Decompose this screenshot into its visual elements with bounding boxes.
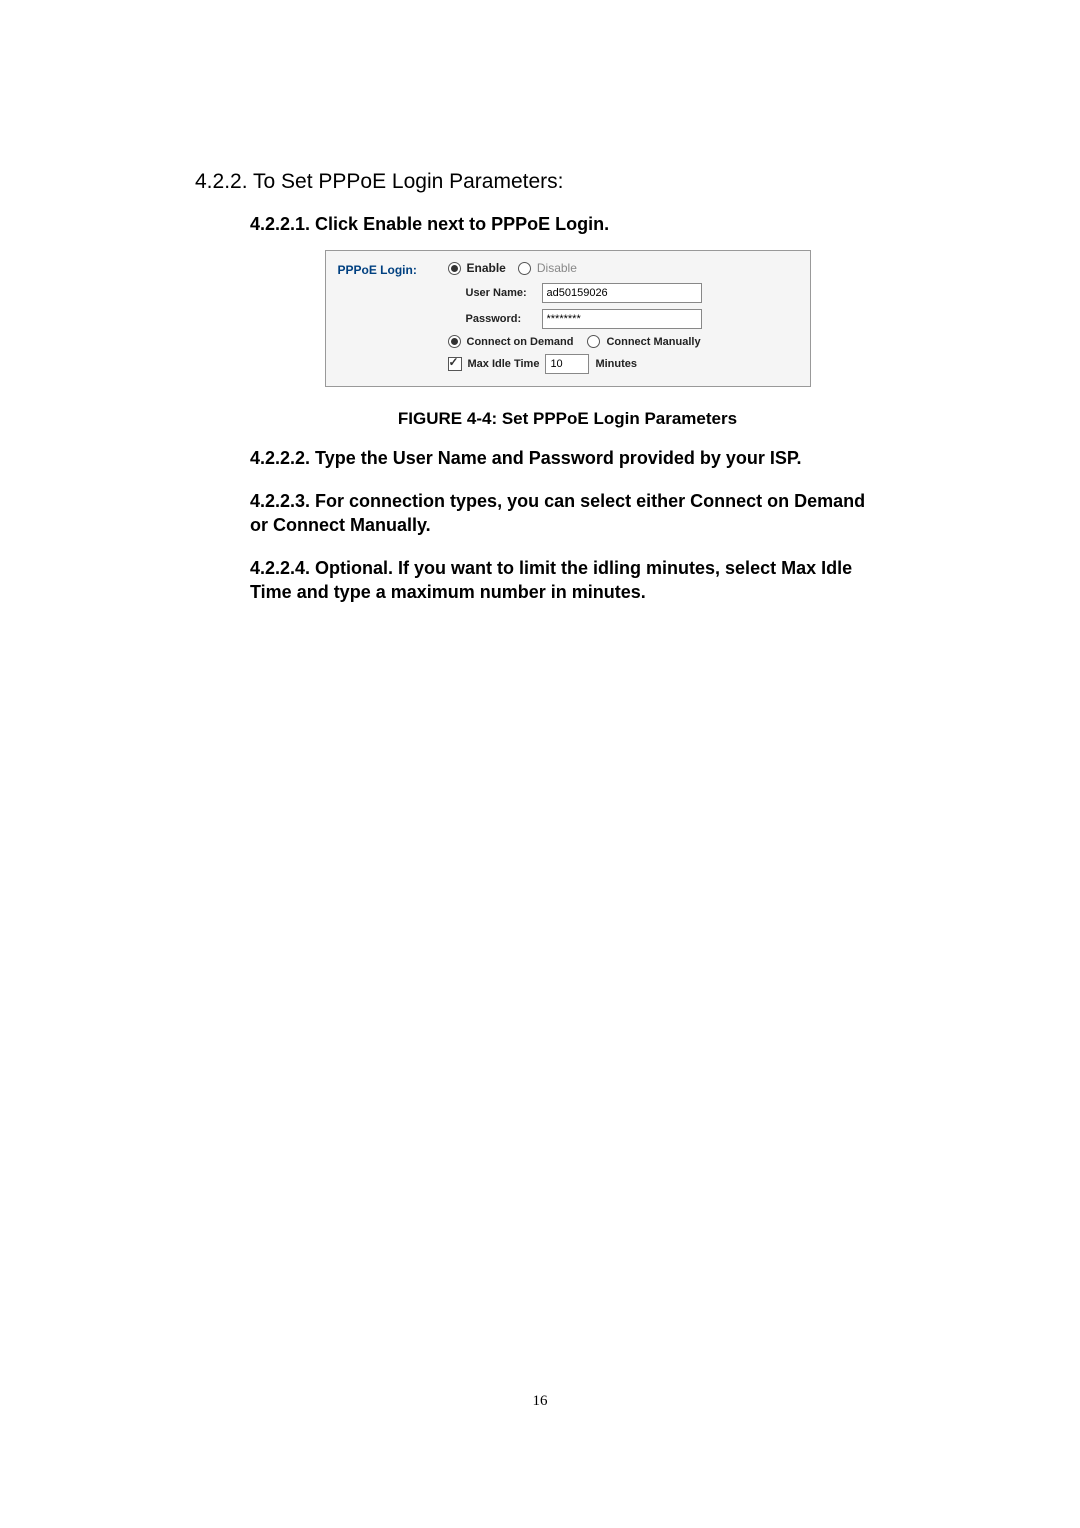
label-disable: Disable (537, 261, 577, 275)
section-heading: 4.2.2. To Set PPPoE Login Parameters: (195, 170, 885, 194)
step-4-2-2-1: 4.2.2.1. Click Enable next to PPPoE Logi… (250, 214, 885, 235)
label-max-idle: Max Idle Time (468, 358, 540, 370)
radio-enable[interactable] (448, 262, 461, 275)
figure-wrap: PPPoE Login: Enable Disable User Name: P… (250, 250, 885, 387)
label-connect-on-demand: Connect on Demand (467, 336, 574, 348)
password-input[interactable] (542, 309, 702, 329)
label-connect-manually: Connect Manually (606, 336, 700, 348)
figure-form: Enable Disable User Name: Password: (448, 261, 798, 374)
checkbox-max-idle[interactable] (448, 357, 462, 371)
label-minutes: Minutes (595, 358, 637, 370)
user-name-label: User Name: (466, 287, 536, 299)
radio-connect-on-demand[interactable] (448, 335, 461, 348)
connect-type-row: Connect on Demand Connect Manually (448, 335, 798, 348)
password-label: Password: (466, 313, 536, 325)
step-4-2-2-4: 4.2.2.4. Optional. If you want to limit … (250, 557, 885, 604)
max-idle-input[interactable] (545, 354, 589, 374)
page-number: 16 (0, 1393, 1080, 1410)
user-name-row: User Name: (448, 283, 798, 303)
figure-4-4: PPPoE Login: Enable Disable User Name: P… (325, 250, 811, 387)
radio-disable[interactable] (518, 262, 531, 275)
section-body: 4.2.2.1. Click Enable next to PPPoE Logi… (195, 214, 885, 604)
page-content: 4.2.2. To Set PPPoE Login Parameters: 4.… (0, 0, 1080, 604)
enable-disable-row: Enable Disable (448, 261, 798, 275)
password-row: Password: (448, 309, 798, 329)
user-name-input[interactable] (542, 283, 702, 303)
radio-connect-manually[interactable] (587, 335, 600, 348)
label-enable: Enable (467, 261, 506, 275)
figure-title: PPPoE Login: (338, 261, 448, 374)
step-4-2-2-3: 4.2.2.3. For connection types, you can s… (250, 490, 885, 537)
figure-caption: FIGURE 4-4: Set PPPoE Login Parameters (250, 409, 885, 429)
step-4-2-2-2: 4.2.2.2. Type the User Name and Password… (250, 447, 885, 470)
max-idle-row: Max Idle Time Minutes (448, 354, 798, 374)
